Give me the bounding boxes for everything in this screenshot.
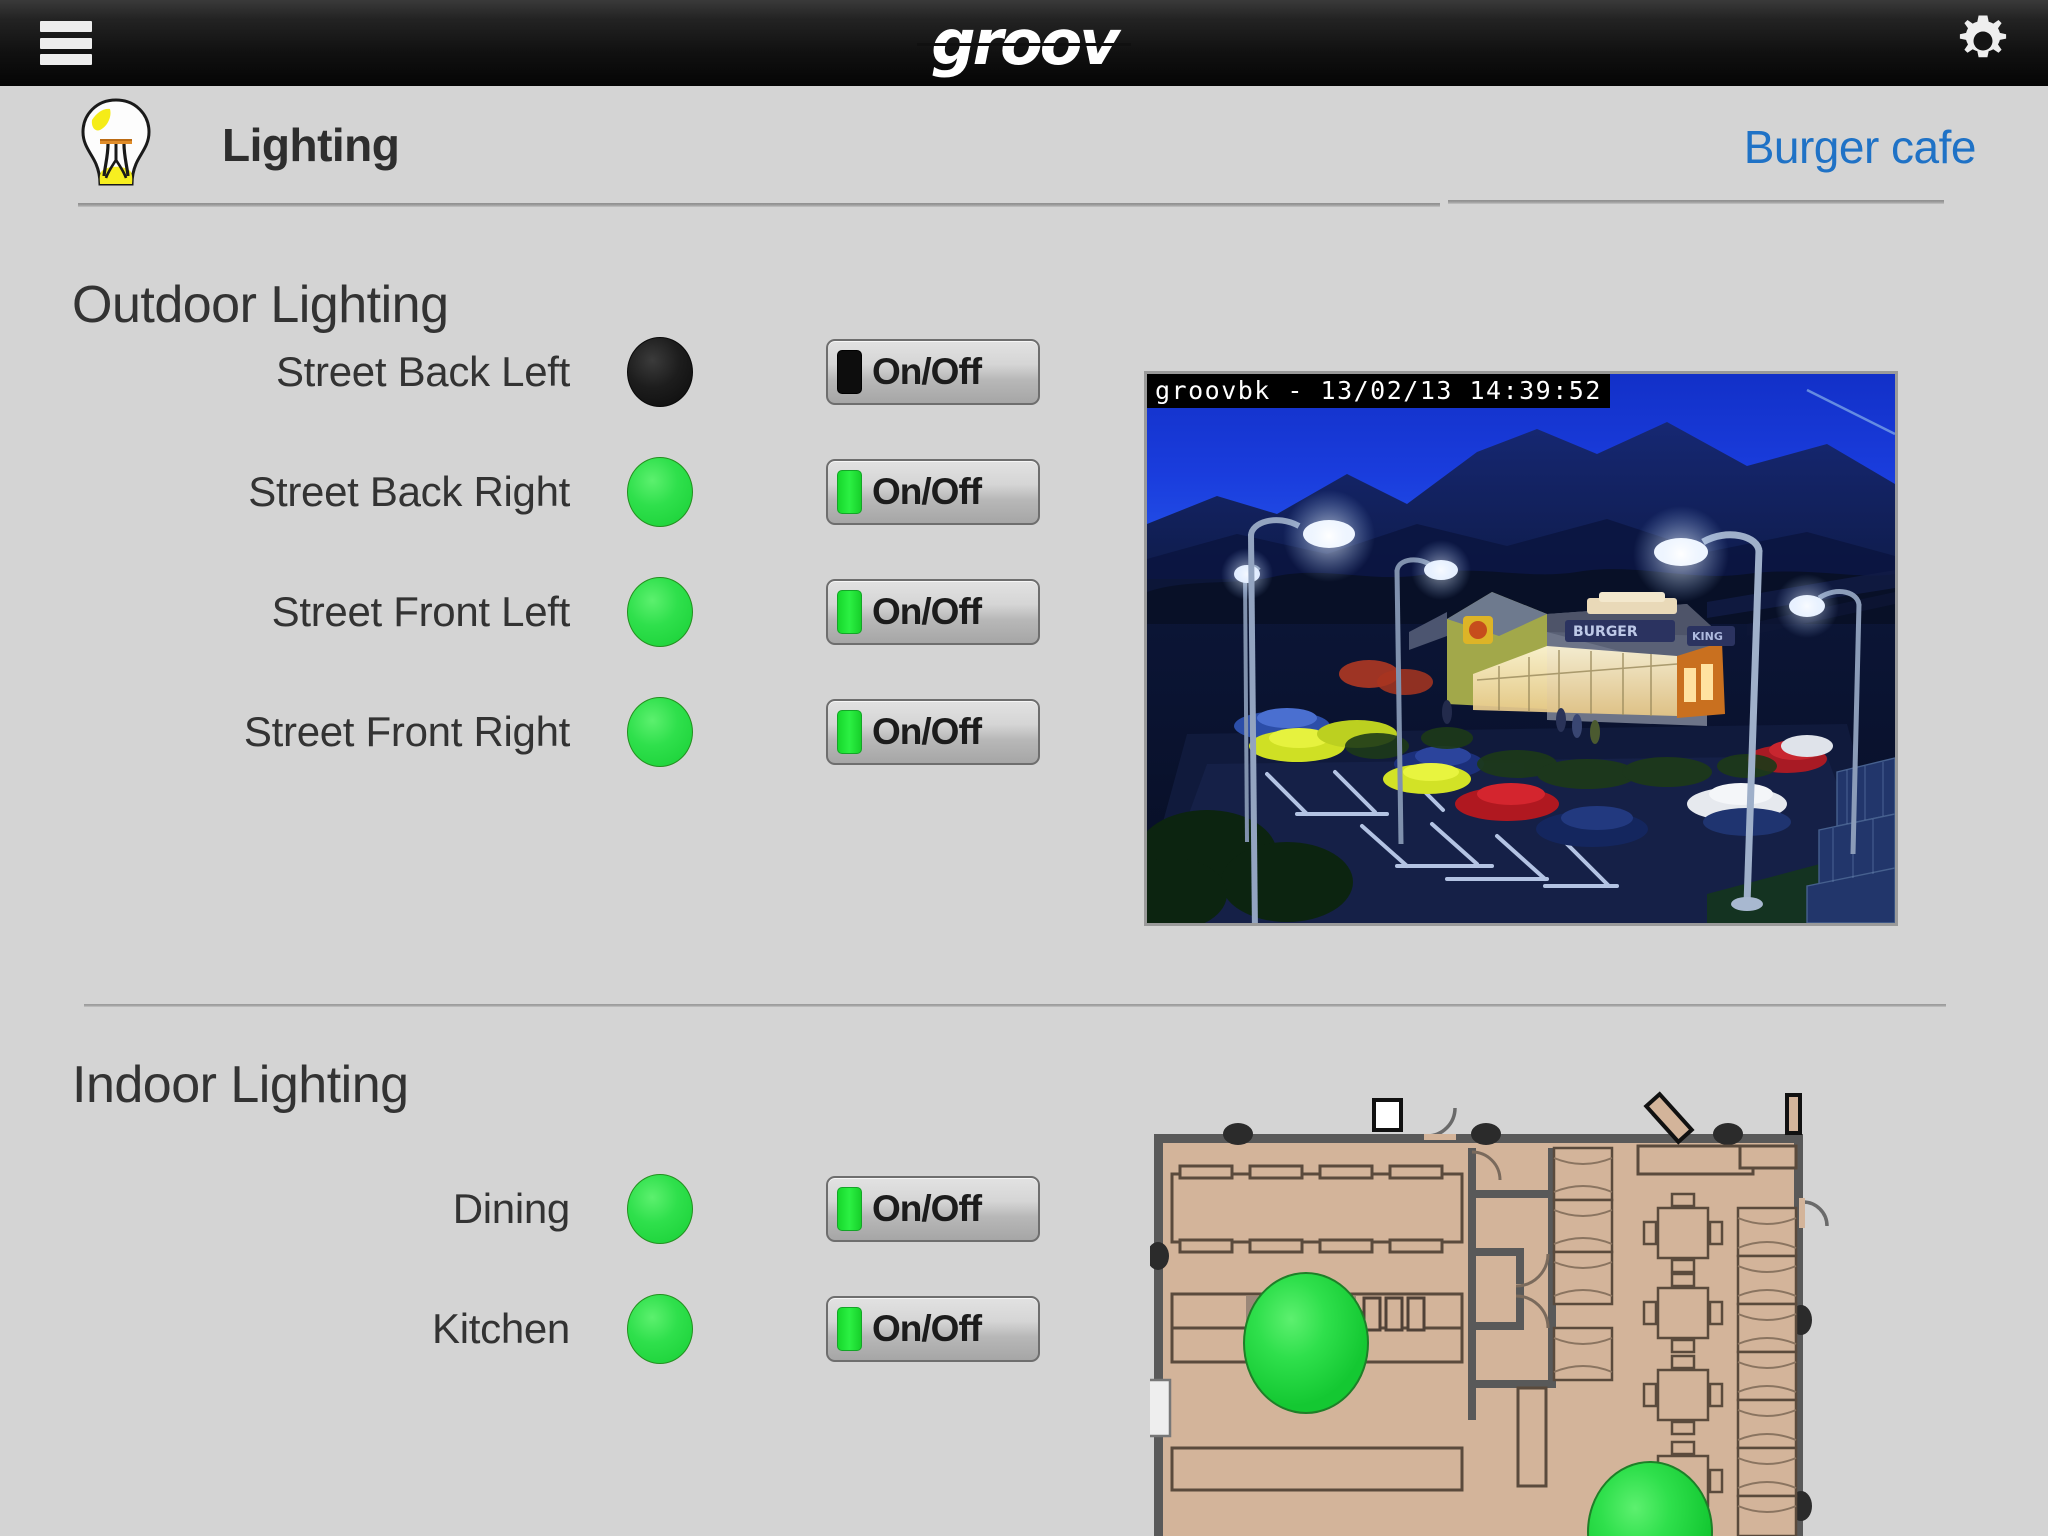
control-label: Street Back Right — [248, 468, 570, 515]
floorplan-indicator-kitchen — [1243, 1272, 1369, 1414]
webcam-feed[interactable]: BURGER KING groovbk - 13/02/13 14:39:52 — [1144, 371, 1898, 926]
control-label: Street Back Left — [275, 348, 570, 395]
lightbulb-icon — [70, 94, 162, 206]
floor-plan-diagram[interactable] — [1150, 1090, 1850, 1536]
toggle-state-bar — [837, 590, 862, 634]
status-indicator-on — [627, 457, 693, 527]
page-title: Lighting — [222, 119, 400, 171]
toggle-button-label: On/Off — [872, 1308, 982, 1349]
toggle-button-label: On/Off — [872, 351, 982, 392]
status-indicator-on — [627, 697, 693, 767]
hamburger-menu-icon[interactable] — [40, 18, 92, 68]
toggle-button[interactable]: On/Off — [826, 579, 1040, 645]
brand-wordmark: groov — [931, 6, 1120, 79]
svg-text:KING: KING — [1692, 630, 1723, 643]
hamburger-bar — [40, 37, 92, 49]
toggle-button[interactable]: On/Off — [826, 699, 1040, 765]
toggle-button-label: On/Off — [872, 711, 982, 752]
control-label: Dining — [452, 1185, 571, 1232]
brand-logo: groov — [0, 0, 2048, 86]
toggle-button[interactable]: On/Off — [826, 1176, 1040, 1242]
toggle-button[interactable]: On/Off — [826, 339, 1040, 405]
toggle-button-label: On/Off — [872, 1188, 982, 1229]
toggle-button-label: On/Off — [872, 471, 982, 512]
section-title-indoor: Indoor Lighting — [72, 1056, 409, 1114]
section-divider — [84, 1004, 1946, 1007]
tab-underline-burger-cafe — [1448, 200, 1944, 204]
label-container: Kitchen — [110, 1283, 570, 1375]
svg-text:BURGER: BURGER — [1573, 624, 1638, 640]
toggle-button[interactable]: On/Off — [826, 1296, 1040, 1362]
label-container: Street Back Right — [110, 446, 570, 538]
webcam-timestamp: groovbk - 13/02/13 14:39:52 — [1147, 374, 1610, 408]
tab-burger-cafe[interactable]: Burger cafe — [1744, 120, 1977, 174]
label-container: Street Back Left — [110, 326, 570, 418]
toggle-state-bar — [837, 710, 862, 754]
toggle-button-label: On/Off — [872, 591, 982, 632]
hamburger-bar — [40, 54, 92, 65]
toggle-state-bar — [837, 1307, 862, 1351]
control-label: Kitchen — [432, 1305, 570, 1352]
label-container: Street Front Left — [110, 566, 571, 658]
toggle-button[interactable]: On/Off — [826, 459, 1040, 525]
status-indicator-on — [627, 1174, 693, 1244]
control-label: Street Front Right — [243, 708, 570, 755]
label-container: Dining — [110, 1163, 571, 1255]
status-indicator-on — [627, 1294, 693, 1364]
toggle-state-bar — [837, 470, 862, 514]
status-indicator-off — [627, 337, 693, 407]
toggle-state-bar — [837, 350, 862, 394]
toggle-state-bar — [837, 1187, 862, 1231]
status-indicator-on — [627, 577, 693, 647]
label-container: Street Front Right — [110, 686, 570, 778]
gear-icon[interactable] — [1954, 12, 2012, 70]
top-bar: groov — [0, 0, 2048, 86]
tab-underline-lighting — [78, 203, 1440, 207]
page-header: Lighting Burger cafe — [0, 86, 2048, 218]
brand-strikethrough — [917, 43, 1131, 46]
control-label: Street Front Left — [271, 588, 571, 635]
hamburger-bar — [40, 21, 92, 32]
